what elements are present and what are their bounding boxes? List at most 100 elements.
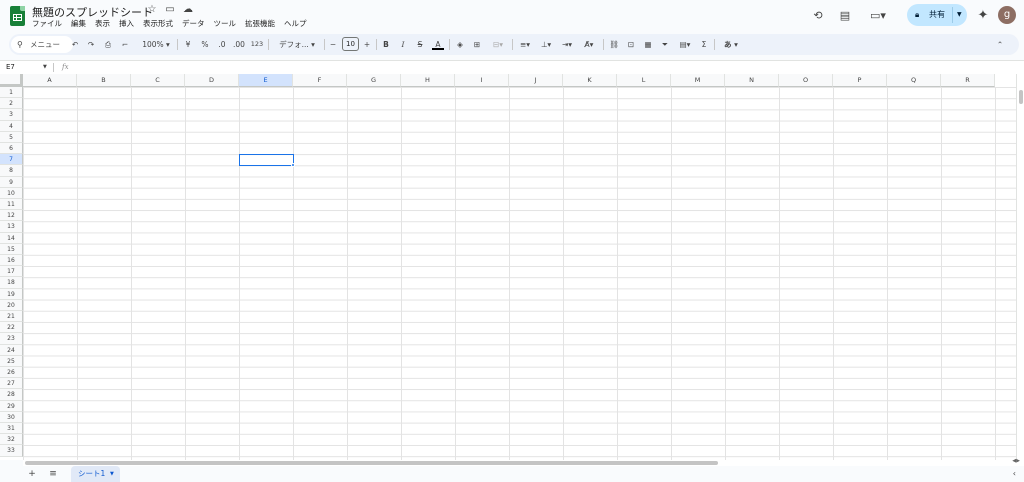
move-folder-icon[interactable]: ▭ <box>164 4 176 16</box>
row-header-24[interactable]: 24 <box>0 344 23 356</box>
menu-help[interactable]: ヘルプ <box>284 19 307 29</box>
row-header-21[interactable]: 21 <box>0 311 23 323</box>
share-dropdown-icon[interactable]: ▼ <box>957 4 962 26</box>
meet-video-icon[interactable]: ▭▾ <box>866 8 890 24</box>
row-header-7[interactable]: 7 <box>0 154 23 166</box>
row-header-19[interactable]: 19 <box>0 288 23 300</box>
star-icon[interactable]: ☆ <box>146 4 158 16</box>
row-header-15[interactable]: 15 <box>0 243 23 255</box>
row-header-30[interactable]: 30 <box>0 411 23 423</box>
insert-comment-icon[interactable]: ⊡ <box>625 37 637 52</box>
undo-icon[interactable]: ↶ <box>69 37 81 52</box>
italic-button[interactable]: I <box>398 37 408 52</box>
row-header-6[interactable]: 6 <box>0 143 23 155</box>
column-header-l[interactable]: L <box>617 74 671 87</box>
more-formats-button[interactable]: 123 <box>249 37 265 52</box>
bold-button[interactable]: B <box>381 37 391 52</box>
column-header-o[interactable]: O <box>779 74 833 87</box>
sheet-tab-menu-icon[interactable]: ▼ <box>110 466 114 482</box>
row-header-9[interactable]: 9 <box>0 176 23 188</box>
cells-area[interactable] <box>23 87 1016 460</box>
column-header-b[interactable]: B <box>77 74 131 87</box>
strikethrough-button[interactable]: S <box>415 37 425 52</box>
decrease-font-size-button[interactable]: − <box>328 37 338 52</box>
row-header-20[interactable]: 20 <box>0 299 23 311</box>
document-title[interactable]: 無題のスプレッドシート <box>32 4 153 20</box>
row-header-25[interactable]: 25 <box>0 355 23 367</box>
percent-format-button[interactable]: % <box>200 37 210 52</box>
horizontal-scroll-thumb[interactable] <box>25 461 718 465</box>
row-header-5[interactable]: 5 <box>0 131 23 143</box>
insert-link-icon[interactable]: ⛓ <box>608 37 620 52</box>
row-header-22[interactable]: 22 <box>0 322 23 334</box>
input-tools-select[interactable]: あ ▾ <box>720 37 742 52</box>
menu-format[interactable]: 表示形式 <box>143 19 173 29</box>
comments-icon[interactable]: ▤ <box>837 8 853 24</box>
merge-cells-icon[interactable]: ⊟▾ <box>488 37 508 52</box>
column-header-k[interactable]: K <box>563 74 617 87</box>
row-header-26[interactable]: 26 <box>0 367 23 379</box>
row-header-1[interactable]: 1 <box>0 87 23 99</box>
column-header-r[interactable]: R <box>941 74 995 87</box>
scroll-arrows-icon[interactable]: ◀▶ <box>1012 458 1020 464</box>
insert-chart-icon[interactable]: ▦ <box>642 37 654 52</box>
sheets-logo-icon[interactable] <box>10 6 25 26</box>
column-header-d[interactable]: D <box>185 74 239 87</box>
column-header-c[interactable]: C <box>131 74 185 87</box>
column-header-g[interactable]: G <box>347 74 401 87</box>
row-header-13[interactable]: 13 <box>0 221 23 233</box>
all-sheets-icon[interactable]: ≡ <box>47 467 59 481</box>
filter-views-icon[interactable]: ▤▾ <box>675 37 695 52</box>
redo-icon[interactable]: ↷ <box>85 37 97 52</box>
menu-insert[interactable]: 挿入 <box>119 19 134 29</box>
paint-format-icon[interactable]: ⌐ <box>119 37 131 52</box>
side-panel-toggle-icon[interactable]: ‹ <box>1013 467 1016 481</box>
menu-file[interactable]: ファイル <box>32 19 62 29</box>
row-header-33[interactable]: 33 <box>0 445 23 457</box>
row-header-2[interactable]: 2 <box>0 98 23 110</box>
fill-handle[interactable] <box>291 163 295 168</box>
column-header-i[interactable]: I <box>455 74 509 87</box>
increase-decimal-button[interactable]: .00 <box>232 37 246 52</box>
collapse-toolbar-icon[interactable]: ⌃ <box>993 37 1007 52</box>
row-header-17[interactable]: 17 <box>0 266 23 278</box>
select-all-corner[interactable] <box>0 74 23 87</box>
column-header-j[interactable]: J <box>509 74 563 87</box>
vertical-scrollbar[interactable] <box>1016 74 1024 460</box>
name-box-dropdown-icon[interactable]: ▼ <box>43 62 47 73</box>
row-header-14[interactable]: 14 <box>0 232 23 244</box>
functions-button[interactable]: Σ <box>699 37 709 52</box>
row-header-27[interactable]: 27 <box>0 378 23 390</box>
menu-tools[interactable]: ツール <box>214 19 237 29</box>
zoom-select[interactable]: 100% ▾ <box>138 37 174 52</box>
row-header-3[interactable]: 3 <box>0 109 23 121</box>
increase-font-size-button[interactable]: + <box>362 37 372 52</box>
horizontal-align-icon[interactable]: ≡▾ <box>516 37 534 52</box>
text-color-button[interactable]: A <box>432 37 444 50</box>
borders-icon[interactable]: ⊞ <box>471 37 483 52</box>
gemini-sparkle-icon[interactable]: ✦ <box>975 8 991 24</box>
row-header-29[interactable]: 29 <box>0 400 23 412</box>
column-header-a[interactable]: A <box>23 74 77 87</box>
column-header-m[interactable]: M <box>671 74 725 87</box>
row-header-18[interactable]: 18 <box>0 277 23 289</box>
row-header-8[interactable]: 8 <box>0 165 23 177</box>
column-header-e[interactable]: E <box>239 74 293 87</box>
name-box[interactable]: E7 <box>6 62 15 73</box>
menu-extensions[interactable]: 拡張機能 <box>245 19 275 29</box>
text-rotation-icon[interactable]: A̸▾ <box>579 37 599 52</box>
text-wrap-icon[interactable]: ⇥▾ <box>558 37 576 52</box>
column-header-n[interactable]: N <box>725 74 779 87</box>
row-header-31[interactable]: 31 <box>0 423 23 435</box>
share-button[interactable]: 🔒︎ 共有 ▼ <box>907 4 967 26</box>
vertical-align-icon[interactable]: ⊥▾ <box>537 37 555 52</box>
row-header-23[interactable]: 23 <box>0 333 23 345</box>
row-header-11[interactable]: 11 <box>0 199 23 211</box>
decrease-decimal-button[interactable]: .0 <box>215 37 229 52</box>
menu-data[interactable]: データ <box>182 19 205 29</box>
font-family-select[interactable]: デフォ... ▾ <box>274 37 320 52</box>
row-header-32[interactable]: 32 <box>0 434 23 446</box>
active-cell-e7[interactable] <box>239 154 294 167</box>
column-header-f[interactable]: F <box>293 74 347 87</box>
font-size-input[interactable]: 10 <box>342 37 359 51</box>
